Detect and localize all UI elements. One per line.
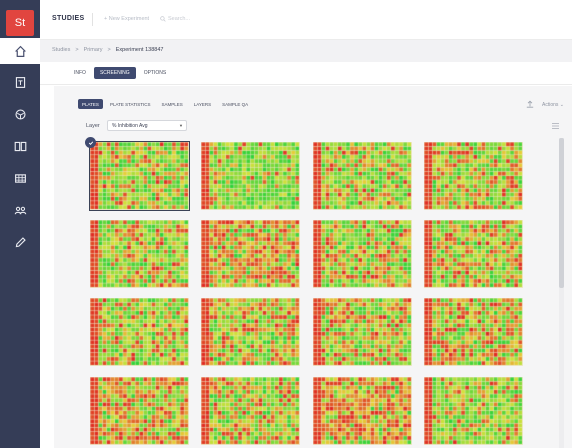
actions-label: Actions (542, 102, 559, 108)
plate-heatmap[interactable] (424, 377, 523, 445)
divider (40, 84, 572, 85)
chevron-down-icon: ⌄ (559, 102, 564, 108)
scrollbar-thumb[interactable] (559, 138, 564, 288)
subtab-layers[interactable]: LAYERS (190, 99, 215, 109)
plate-heatmap-canvas (424, 298, 523, 366)
sidebar-item-tools[interactable] (0, 232, 40, 252)
plate-heatmap[interactable] (90, 220, 189, 288)
breadcrumb-studies[interactable]: Studies (52, 47, 70, 53)
selected-check-icon (85, 137, 96, 148)
divider (92, 13, 93, 26)
plate-heatmap[interactable] (424, 298, 523, 366)
plate-heatmap-canvas (201, 220, 300, 288)
plate-heatmap[interactable] (424, 142, 523, 210)
plate-heatmap[interactable] (201, 298, 300, 366)
pipette-icon (15, 236, 26, 247)
tab-screening[interactable]: SCREENING (93, 67, 136, 79)
app-logo[interactable]: St (6, 10, 34, 36)
layer-select[interactable]: % Inhibition Avg ▼ (107, 120, 187, 131)
plate-heatmap-canvas (201, 142, 300, 210)
subtab-sample-qa[interactable]: SAMPLE QA (218, 99, 252, 109)
plate-heatmap[interactable] (201, 220, 300, 288)
grid-icon (14, 173, 26, 183)
scrollbar[interactable] (559, 138, 564, 448)
plate-heatmap[interactable] (424, 220, 523, 288)
subtab-bar: PLATES PLATE STATISTICS SAMPLES LAYERS S… (78, 99, 252, 109)
tab-info[interactable]: INFO (68, 67, 92, 79)
breadcrumb-primary[interactable]: Primary (84, 47, 103, 53)
sidebar-item-users[interactable] (0, 200, 40, 220)
plate-heatmap[interactable] (90, 377, 189, 445)
plate-heatmap-canvas (424, 142, 523, 210)
new-experiment-button[interactable]: + New Experiment (104, 16, 149, 22)
sidebar-item-library[interactable] (0, 136, 40, 156)
tab-bar: INFO SCREENING OPTIONS (68, 67, 172, 79)
plate-heatmap-canvas (90, 142, 189, 210)
plate-heatmap[interactable] (313, 142, 412, 210)
plate-heatmap-canvas (90, 377, 189, 445)
search-icon (160, 16, 166, 22)
plate-heatmap-canvas (90, 298, 189, 366)
sidebar: St (0, 0, 40, 448)
plate-heatmap-canvas (313, 298, 412, 366)
home-icon (0, 41, 40, 61)
search-placeholder: Search... (168, 16, 191, 22)
top-bar: STUDIES + New Experiment Search... (40, 0, 572, 40)
plate-heatmap[interactable] (313, 220, 412, 288)
breadcrumb-separator: > (75, 47, 79, 53)
plate-heatmap-canvas (313, 142, 412, 210)
plate-heatmap-canvas (90, 220, 189, 288)
page-title: STUDIES (52, 15, 85, 22)
app-window: St STUDIES + New Experiment Search... St… (0, 0, 572, 448)
breadcrumb-separator: > (107, 47, 111, 53)
document-icon (15, 76, 25, 88)
breadcrumb: Studies > Primary > Experiment 138847 (40, 40, 572, 62)
menu-icon[interactable] (552, 123, 559, 129)
plate-heatmap[interactable] (201, 142, 300, 210)
plate-heatmap[interactable] (313, 298, 412, 366)
subtab-plate-statistics[interactable]: PLATE STATISTICS (106, 99, 155, 109)
sidebar-item-home[interactable] (0, 38, 40, 64)
plate-heatmap[interactable] (89, 141, 190, 211)
actions-menu[interactable]: Actions ⌄ (542, 102, 564, 108)
plate-heatmap[interactable] (201, 377, 300, 445)
search-input[interactable]: Search... (160, 16, 190, 22)
plate-heatmap-canvas (201, 298, 300, 366)
plate-heatmap[interactable] (313, 377, 412, 445)
layer-label: Layer (86, 123, 100, 129)
plate-heatmap-canvas (313, 377, 412, 445)
plate-heatmap-canvas (424, 220, 523, 288)
upload-icon[interactable] (526, 100, 534, 108)
plate-heatmap-canvas (424, 377, 523, 445)
sidebar-item-plates[interactable] (0, 168, 40, 188)
book-icon (14, 141, 26, 151)
sidebar-item-documents[interactable] (0, 72, 40, 92)
subtab-samples[interactable]: SAMPLES (157, 99, 186, 109)
subtab-plates[interactable]: PLATES (78, 99, 103, 109)
caret-down-icon: ▼ (179, 123, 183, 128)
plate-heatmap-canvas (313, 220, 412, 288)
plate-heatmap-canvas (201, 377, 300, 445)
sidebar-item-samples[interactable] (0, 104, 40, 124)
plate-heatmap[interactable] (90, 298, 189, 366)
tab-options[interactable]: OPTIONS (138, 67, 173, 79)
users-icon (14, 206, 26, 214)
breadcrumb-current: Experiment 138847 (115, 47, 164, 53)
cube-icon (14, 108, 26, 120)
layer-select-value: % Inhibition Avg (112, 123, 148, 129)
